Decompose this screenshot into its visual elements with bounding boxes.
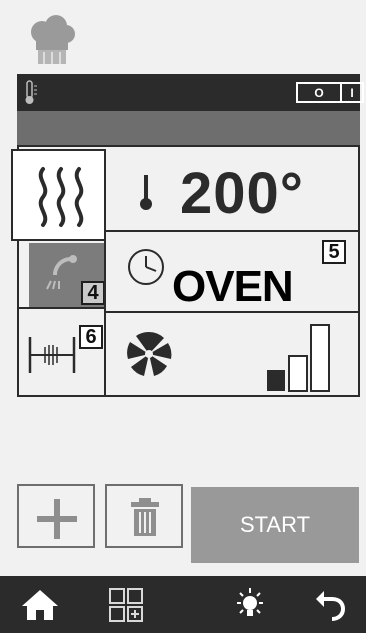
light-button[interactable] [230, 576, 270, 633]
power-toggle[interactable]: O I [296, 82, 364, 103]
temperature-value: 200° [180, 161, 304, 226]
grid-add-icon [109, 587, 143, 622]
time-value: OVEN [172, 262, 294, 311]
home-button[interactable] [18, 576, 62, 633]
convection-heat-icon [38, 167, 84, 227]
chef-hat-icon [26, 14, 78, 70]
home-icon [22, 589, 58, 620]
program-header-strip [17, 111, 360, 145]
temperature-setting[interactable]: 200° [106, 150, 360, 230]
add-button[interactable] [17, 484, 95, 548]
rack-icon [28, 337, 76, 373]
toggle-off-label: O [298, 84, 342, 101]
start-button[interactable]: START [191, 487, 359, 563]
thermometer-icon [140, 175, 152, 210]
time-setting[interactable]: OVEN 5 [106, 232, 360, 311]
bottom-nav [0, 576, 366, 633]
rack-level-badge: 6 [79, 325, 103, 349]
back-button[interactable] [310, 576, 350, 633]
trash-icon [131, 498, 159, 536]
fan-setting[interactable] [106, 313, 360, 395]
thermometer-icon [23, 80, 39, 106]
time-level-badge: 5 [322, 240, 346, 264]
rack-button[interactable]: 6 [19, 309, 104, 395]
plus-icon [37, 499, 77, 539]
clock-icon [128, 249, 164, 285]
steam-nozzle-icon [46, 255, 77, 290]
fan-speed-bars [267, 324, 330, 392]
grid-add-button[interactable] [106, 576, 146, 633]
status-bar: O I [17, 74, 364, 111]
steam-button[interactable]: 4 [29, 243, 106, 307]
fan-icon [127, 331, 172, 376]
delete-button[interactable] [105, 484, 183, 548]
toggle-on-label: I [350, 85, 354, 100]
steam-level-badge: 4 [81, 281, 105, 305]
back-arrow-icon [316, 590, 346, 621]
heat-mode-button[interactable] [11, 149, 106, 241]
light-bulb-icon [237, 587, 263, 616]
